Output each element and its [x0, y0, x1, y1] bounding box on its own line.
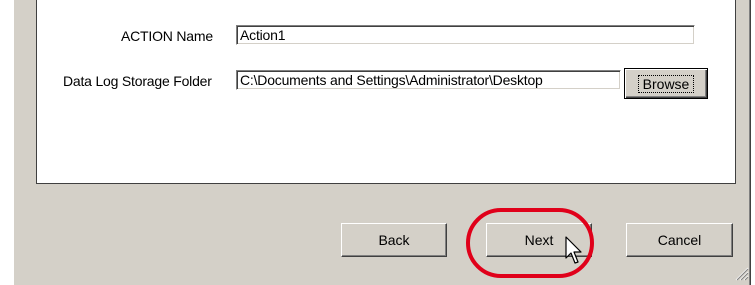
action-name-label: ACTION Name	[121, 28, 213, 44]
folder-label: Data Log Storage Folder	[63, 73, 212, 89]
resize-grip-icon[interactable]	[733, 265, 749, 281]
back-button[interactable]: Back	[341, 223, 447, 257]
browse-button-label: Browse	[637, 74, 695, 93]
action-name-field[interactable]: Action1	[236, 25, 695, 45]
mouse-pointer-icon	[565, 236, 582, 264]
cancel-button-label: Cancel	[657, 232, 702, 248]
folder-path-field[interactable]: C:\Documents and Settings\Administrator\…	[236, 70, 621, 90]
next-button-label: Next	[524, 232, 554, 248]
back-button-label: Back	[378, 232, 410, 248]
browse-button[interactable]: Browse	[624, 68, 708, 99]
cancel-button[interactable]: Cancel	[626, 223, 733, 257]
